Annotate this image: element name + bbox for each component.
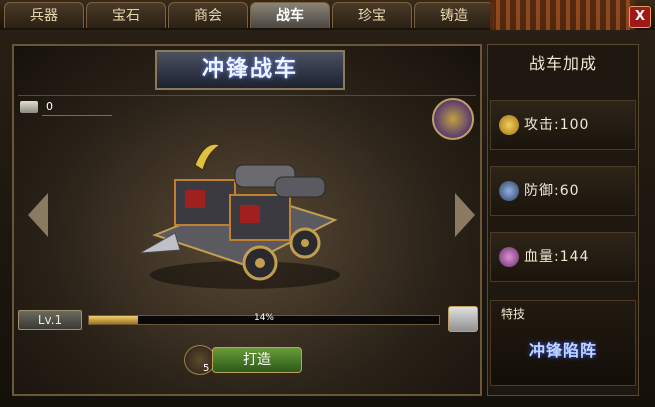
war-chariot-image [139, 143, 340, 289]
defense-value: 防御:60 [524, 183, 580, 199]
close-button[interactable]: X [629, 6, 651, 28]
resource-value: 0 [46, 100, 53, 113]
divider [18, 95, 476, 96]
sword-icon [499, 115, 519, 135]
tab-gems[interactable]: 宝石 [86, 2, 166, 28]
attack-stat: 攻击:100 [490, 100, 636, 150]
bonus-title: 战车加成 [528, 54, 597, 73]
scroll-icon[interactable] [448, 306, 478, 332]
shield-icon [499, 181, 519, 201]
hp-value: 血量:144 [524, 249, 590, 265]
skill-name[interactable]: 冲锋陷阵 [491, 337, 635, 361]
forge-button[interactable]: 打造 [212, 347, 302, 373]
defense-stat: 防御:60 [490, 166, 636, 216]
forge-group: 5 打造 [184, 345, 318, 375]
chariot-title: 冲锋战车 [155, 50, 345, 90]
blood-icon [499, 247, 519, 267]
previous-arrow-icon[interactable] [28, 193, 48, 237]
forge-cost: 5 [203, 363, 210, 374]
skill-panel: 特技 冲锋陷阵 [490, 300, 636, 386]
experience-progress-bar: 14% [88, 313, 440, 325]
chariot-level: Lv.1 [18, 310, 82, 330]
general-avatar-icon[interactable] [432, 98, 474, 140]
tab-bar: 兵器 宝石 商会 战车 珍宝 铸造 X [0, 0, 655, 30]
tab-chariot[interactable]: 战车 [250, 2, 330, 28]
progress-label: 14% [253, 313, 274, 323]
tab-weapons[interactable]: 兵器 [4, 2, 84, 28]
tab-guild[interactable]: 商会 [168, 2, 248, 28]
palace-roof-decoration [490, 0, 635, 30]
next-arrow-icon[interactable] [455, 193, 475, 237]
resource-counter: 0 [20, 98, 112, 118]
skill-label: 特技 [501, 307, 526, 321]
hp-stat: 血量:144 [490, 232, 636, 282]
tab-forge[interactable]: 铸造 [414, 2, 494, 28]
tab-treasure[interactable]: 珍宝 [332, 2, 412, 28]
attack-value: 攻击:100 [524, 117, 590, 133]
ingot-icon [20, 101, 38, 113]
